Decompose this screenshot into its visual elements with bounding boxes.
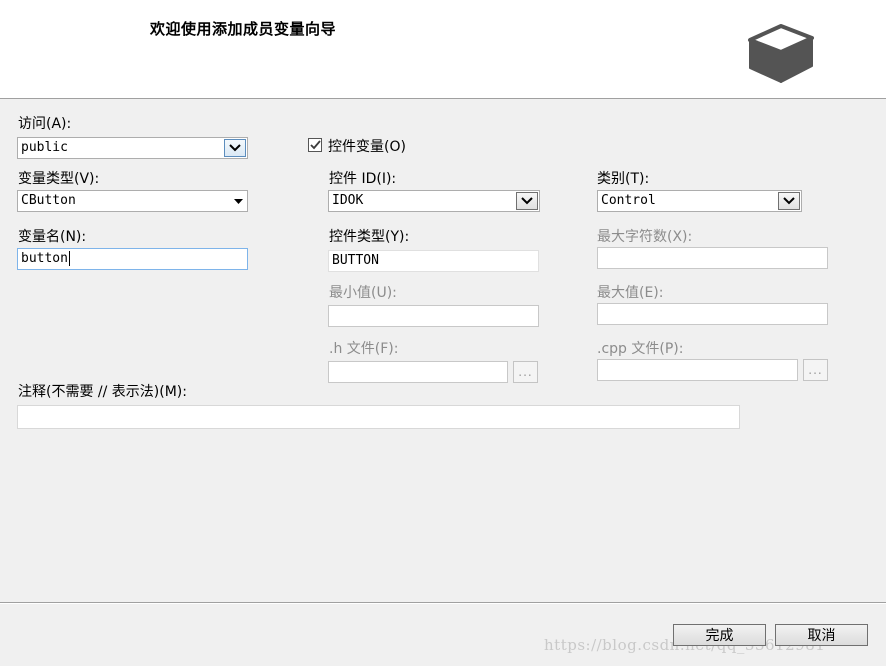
variable-name-label: 变量名(N): (18, 229, 87, 245)
category-label: 类别(T): (597, 171, 650, 187)
text-caret (68, 251, 70, 266)
category-value: Control (601, 193, 656, 208)
variable-type-label: 变量类型(V): (18, 171, 100, 187)
comment-label: 注释(不需要 // 表示法)(M): (18, 384, 187, 400)
max-chars-input[interactable] (597, 247, 828, 269)
control-id-label: 控件 ID(I): (329, 171, 397, 187)
h-file-label: .h 文件(F): (329, 341, 399, 357)
chevron-down-icon[interactable] (516, 192, 538, 210)
control-type-label: 控件类型(Y): (329, 229, 410, 245)
variable-name-value: button (21, 251, 68, 266)
chevron-down-icon[interactable] (778, 192, 800, 210)
h-file-input[interactable] (328, 361, 508, 383)
cpp-file-input[interactable] (597, 359, 798, 381)
max-chars-label: 最大字符数(X): (597, 229, 693, 245)
checkmark-icon (309, 140, 321, 150)
variable-type-combobox[interactable]: CButton (17, 190, 248, 212)
access-value: public (21, 140, 68, 155)
access-dropdown[interactable]: public (17, 137, 248, 159)
control-variable-label[interactable]: 控件变量(O) (328, 136, 406, 156)
control-id-dropdown[interactable]: IDOK (328, 190, 540, 212)
cancel-button[interactable]: 取消 (775, 624, 868, 646)
min-value-input[interactable] (328, 305, 539, 327)
access-label: 访问(A): (18, 116, 72, 132)
caret-down-icon[interactable] (230, 192, 246, 210)
footer-divider (0, 602, 886, 604)
max-value-input[interactable] (597, 303, 828, 325)
wizard-title: 欢迎使用添加成员变量向导 (150, 20, 337, 38)
box-icon (748, 24, 814, 83)
control-type-field: BUTTON (328, 250, 539, 272)
cpp-file-browse-button[interactable]: ... (803, 359, 828, 381)
variable-type-value: CButton (21, 193, 76, 208)
chevron-down-icon[interactable] (224, 139, 246, 157)
variable-name-input[interactable]: button (17, 248, 248, 270)
wizard-header: 欢迎使用添加成员变量向导 (0, 0, 886, 99)
min-value-label: 最小值(U): (329, 285, 397, 301)
control-variable-checkbox[interactable] (308, 138, 322, 152)
category-dropdown[interactable]: Control (597, 190, 802, 212)
h-file-browse-button[interactable]: ... (513, 361, 538, 383)
max-value-label: 最大值(E): (597, 285, 664, 301)
finish-button[interactable]: 完成 (673, 624, 766, 646)
control-id-value: IDOK (332, 193, 364, 208)
control-type-value: BUTTON (332, 253, 379, 268)
cpp-file-label: .cpp 文件(P): (597, 341, 684, 357)
comment-input[interactable] (17, 405, 740, 429)
